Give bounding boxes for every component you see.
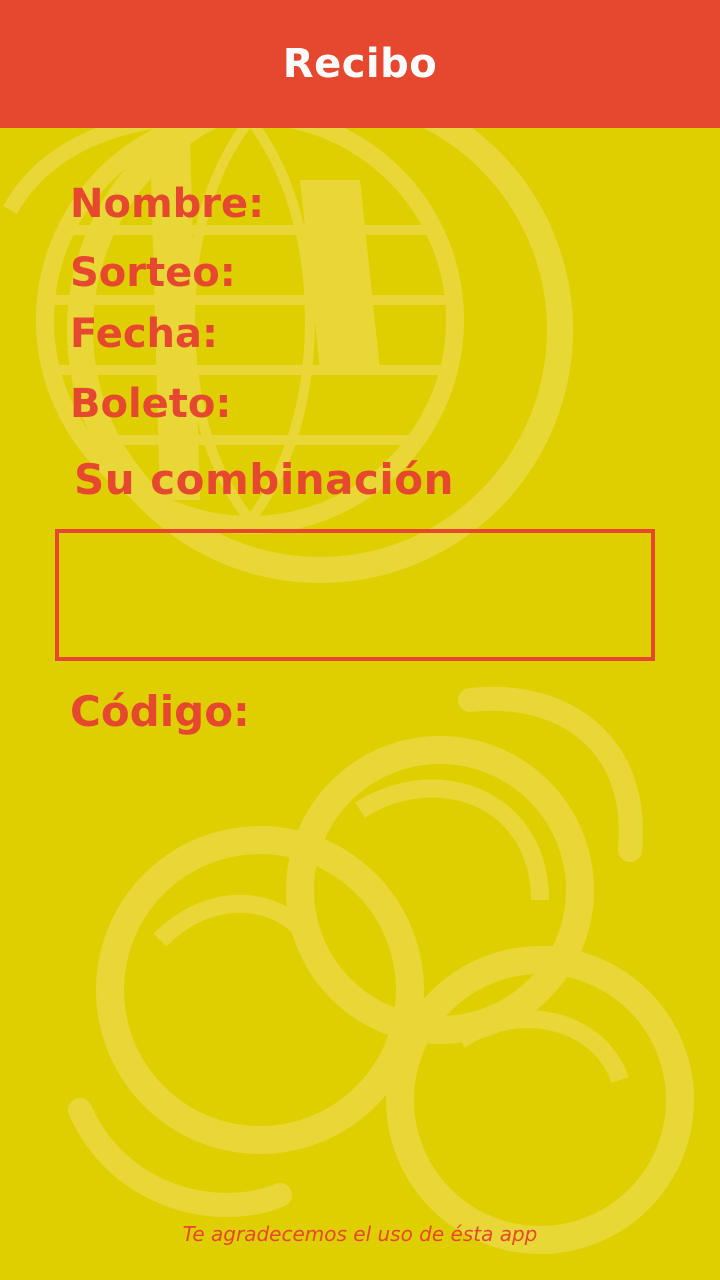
combinacion-label: Su combinación xyxy=(74,455,455,504)
lottery-balls-icon xyxy=(68,686,694,1254)
boleto-label: Boleto: xyxy=(70,381,232,427)
footer-thanks: Te agradecemos el uso de ésta app xyxy=(182,1222,538,1246)
codigo-label: Código: xyxy=(70,687,250,736)
nombre-label: Nombre: xyxy=(70,181,265,227)
app-header: Recibo xyxy=(0,0,720,128)
combinacion-box xyxy=(55,529,655,661)
page-title: Recibo xyxy=(282,41,438,87)
fecha-label: Fecha: xyxy=(70,311,219,357)
sorteo-label: Sorteo: xyxy=(70,250,236,296)
